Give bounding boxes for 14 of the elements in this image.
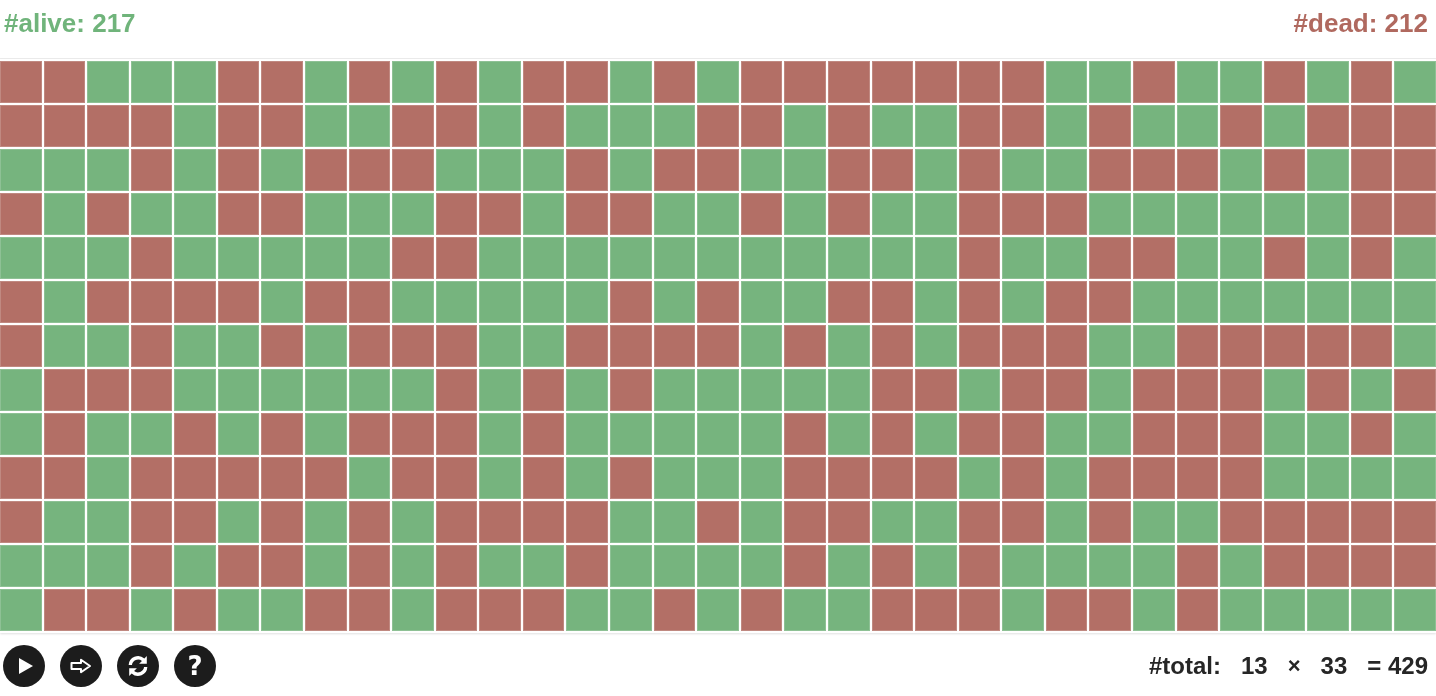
row-count: 13 [1241, 651, 1268, 680]
reset-button[interactable] [117, 644, 159, 687]
times-sign: × [1287, 652, 1301, 679]
total-result: = 429 [1367, 651, 1428, 680]
step-button[interactable] [60, 644, 102, 687]
help-button[interactable]: ? [174, 644, 216, 687]
alive-count: #alive: 217 [4, 7, 136, 39]
dead-count: #dead: 212 [1293, 7, 1428, 39]
total-label: #total: [1149, 651, 1221, 680]
play-button[interactable] [3, 644, 45, 687]
play-icon [18, 657, 33, 674]
refresh-icon [127, 654, 149, 677]
column-count: 33 [1320, 651, 1348, 680]
arrow-right-icon [70, 657, 92, 674]
